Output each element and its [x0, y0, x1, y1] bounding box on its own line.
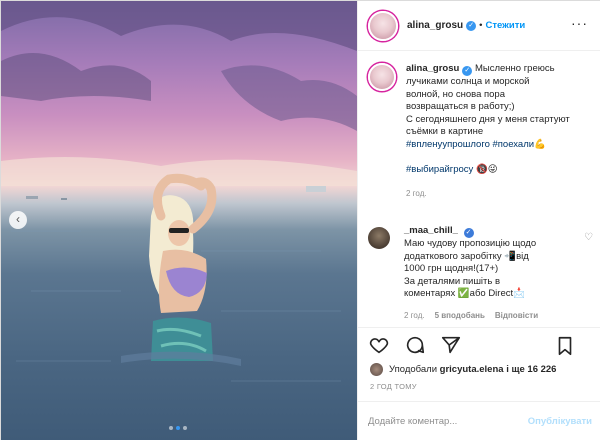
comment-icon[interactable]: [404, 334, 426, 356]
caption-line: Мысленно греюсь: [474, 63, 555, 74]
action-bar: [358, 327, 600, 361]
commenter-username[interactable]: _maa_chill_: [404, 225, 458, 236]
emoji-text: 🔞😜: [475, 163, 498, 175]
caption-line: съёмки в картине: [406, 126, 484, 137]
comment-time: 2 год.: [404, 310, 425, 320]
verified-icon: ✓: [466, 20, 477, 31]
post-photo[interactable]: ‹: [1, 1, 357, 440]
comment-item: _maa_chill_ ✓ Маю чудову пропозицію щодо…: [368, 225, 593, 322]
hashtag-link[interactable]: #выбирайгросу: [406, 164, 473, 175]
carousel-dot: [183, 426, 187, 430]
caption-username[interactable]: alina_grosu: [406, 63, 459, 74]
comment-line: коментарях ✅або Direct📩: [404, 288, 525, 299]
likes-count[interactable]: і ще 16 226: [506, 364, 556, 375]
liker-avatar[interactable]: [370, 363, 383, 376]
heart-icon[interactable]: [368, 334, 390, 356]
likes-summary: Уподобали gricyuta.elena і ще 16 226: [370, 363, 556, 376]
post-dialog: ‹ alina_grosu ✓ • Стежити ··· alina_gros…: [0, 0, 600, 440]
caption-line: лучиками солнца и морской: [406, 76, 530, 87]
author-username[interactable]: alina_grosu: [407, 20, 463, 31]
photo-illustration: [1, 1, 357, 382]
carousel-prev-button[interactable]: ‹: [9, 211, 27, 229]
caption-avatar[interactable]: [368, 63, 396, 91]
likes-prefix: Уподобали: [389, 364, 438, 375]
comment-line: За деталями пишіть в: [404, 275, 501, 287]
post-header: alina_grosu ✓ • Стежити ···: [358, 1, 600, 51]
follow-button[interactable]: Стежити: [485, 20, 525, 31]
comment-line: Маю чудову пропозицію щодо: [404, 238, 537, 249]
hashtag-link[interactable]: #впленуупрошлого #поехали: [406, 139, 534, 150]
separator-dot: •: [479, 20, 483, 31]
share-icon[interactable]: [440, 334, 462, 356]
caption-line: С сегодняшнего дня у меня стартуют: [406, 113, 570, 125]
carousel-dot: [169, 426, 173, 430]
post-side-panel: alina_grosu ✓ • Стежити ··· alina_grosu ✓…: [357, 1, 600, 440]
more-icon[interactable]: ···: [571, 15, 588, 31]
flexed-biceps-icon: 💪: [534, 138, 546, 150]
post-caption: alina_grosu ✓ Мысленно греюсь лучиками со…: [368, 63, 593, 201]
comment-likes[interactable]: 5 вподобань: [435, 310, 485, 323]
carousel-dot-active: [176, 426, 180, 430]
comment-line: додаткового заробітку 📲від: [404, 250, 529, 262]
comment-like-icon[interactable]: ♡: [584, 232, 593, 243]
verified-icon: ✓: [462, 66, 473, 76]
author-avatar[interactable]: [368, 10, 398, 41]
comment-meta: 2 год. 5 вподобань Відповісти: [404, 310, 579, 323]
publish-button[interactable]: Опублікувати: [528, 416, 592, 427]
add-comment-bar: Додайте коментар... Опублікувати: [358, 401, 600, 440]
reply-button[interactable]: Відповісти: [495, 310, 538, 323]
caption-time: 2 год.: [406, 189, 427, 198]
post-timestamp: 2 ГОД ТОМУ: [370, 382, 417, 391]
verified-icon: ✓: [463, 228, 474, 238]
comment-input[interactable]: Додайте коментар...: [368, 416, 528, 427]
commenter-avatar[interactable]: [368, 227, 390, 249]
comment-line: 1000 грн щодня!(17+): [404, 263, 499, 274]
caption-line: возвращаться в работу;): [406, 101, 515, 112]
bookmark-icon[interactable]: [554, 335, 576, 357]
carousel-dots: [169, 426, 187, 430]
liker-username[interactable]: gricyuta.elena: [440, 364, 504, 375]
caption-line: волной, но снова пора: [406, 88, 505, 100]
